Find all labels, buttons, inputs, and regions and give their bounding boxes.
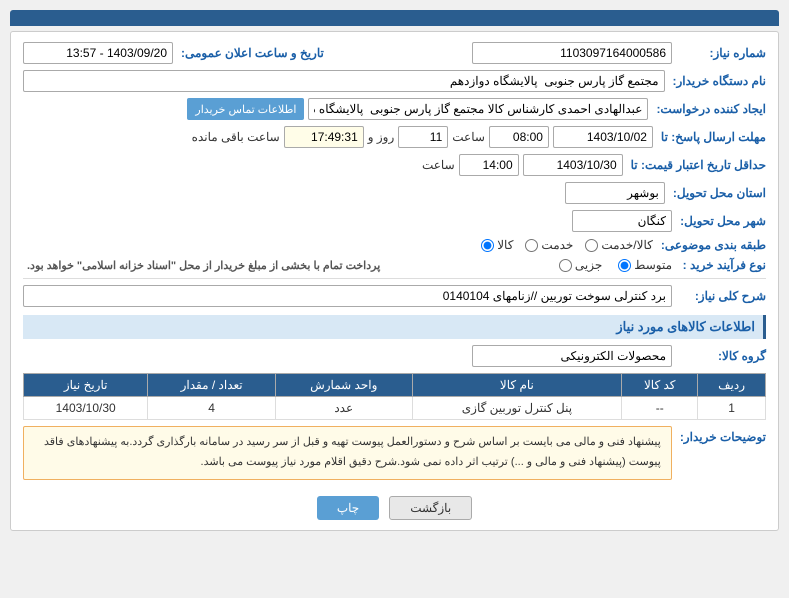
shomare-niaz-label: شماره نیاز: [676,46,766,60]
radio-kala-khadamat-label: کالا/خدمت [601,238,652,252]
radio-jozii-item: جزیی [559,258,602,272]
nam-dastgah-label: نام دستگاه خریدار: [669,74,767,88]
noe-label: نوع فرآیند خرید : [676,258,766,272]
etelaat-tamas-btn[interactable]: اطلاعات تماس خریدار [187,98,304,120]
haddaksar-saat-input[interactable] [459,154,519,176]
sharh-kolli-label: شرح کلی نیاز: [676,289,766,303]
haddaksar-label: حداقل تاریخ اعتبار قیمت: تا [627,158,766,172]
row-mohlat: مهلت ارسال پاسخ: تا ساعت روز و ساعت باقی… [23,126,766,148]
mohlat-label: مهلت ارسال پاسخ: تا [657,130,766,144]
grohe-kala-label: گروه کالا: [676,349,766,363]
mohlat-saat-input[interactable] [489,126,549,148]
table-cell: -- [622,397,698,420]
payment-note: پرداخت تمام با بخشی از مبلغ خریدار از مح… [23,259,380,272]
row-tozihat: توضیحات خریدار: پیشنهاد فنی و مالی می با… [23,426,766,486]
row-grohe-kala: گروه کالا: [23,345,766,367]
saat-label: ساعت [452,130,485,144]
chap-button[interactable]: چاپ [317,496,379,520]
tarikh-input[interactable] [23,42,173,64]
tabaqe-radio-group: کالا خدمت کالا/خدمت [481,238,653,252]
radio-jozii-label: جزیی [575,258,602,272]
bottom-btns: بازگشت چاپ [23,496,766,520]
tozihat-label: توضیحات خریدار: [676,430,766,444]
haddaksar-date-input[interactable] [523,154,623,176]
radio-kala[interactable] [481,239,494,252]
row-shahr: شهر محل تحویل: [23,210,766,232]
row-noe-farayand: نوع فرآیند خرید : جزیی متوسط پرداخت تمام… [23,258,766,272]
th-tarikh: تاریخ نیاز [24,374,148,397]
grohe-kala-input[interactable] [472,345,672,367]
radio-khadamat-label: خدمت [541,238,573,252]
radio-motevaset-item: متوسط [618,258,672,272]
ostan-input[interactable] [565,182,665,204]
kala-table: ردیف کد کالا نام کالا واحد شمارش تعداد /… [23,373,766,420]
radio-kala-item: کالا [481,238,513,252]
tabaqe-label: طبقه بندی موضوعی: [657,238,766,252]
row-shomare-tarikh: شماره نیاز: تاریخ و ساعت اعلان عمومی: [23,42,766,64]
th-radif: ردیف [698,374,766,397]
radio-kala-khadamat-item: کالا/خدمت [585,238,652,252]
row-ijad-konande: ایجاد کننده درخواست: اطلاعات تماس خریدار [23,98,766,120]
th-vahad: واحد شمارش [275,374,412,397]
radio-motevaset-label: متوسط [634,258,672,272]
row-nam-dastgah: نام دستگاه خریدار: [23,70,766,92]
mohlat-date-input[interactable] [553,126,653,148]
table-header-row: ردیف کد کالا نام کالا واحد شمارش تعداد /… [24,374,766,397]
table-cell: پنل کنترل توربین گازی [412,397,622,420]
nam-dastgah-input[interactable] [23,70,665,92]
radio-jozii[interactable] [559,259,572,272]
row-haddaksar: حداقل تاریخ اعتبار قیمت: تا ساعت [23,154,766,176]
table-cell: عدد [275,397,412,420]
kala-section-title: اطلاعات کالاهای مورد نیاز [23,315,766,339]
table-cell: 4 [148,397,276,420]
row-sharh-kolli: شرح کلی نیاز: [23,285,766,307]
radio-kala-label: کالا [497,238,513,252]
mohlat-baqi-input[interactable] [284,126,364,148]
radio-khadamat-item: خدمت [525,238,573,252]
table-cell: 1403/10/30 [24,397,148,420]
shomare-niaz-input[interactable] [472,42,672,64]
ijad-konande-label: ایجاد کننده درخواست: [652,102,766,116]
ijad-konande-input[interactable] [308,98,648,120]
haddaksar-saat-label: ساعت [422,158,455,172]
baqi-label: ساعت باقی مانده [192,130,280,144]
mohlat-rooz-input[interactable] [398,126,448,148]
shahr-input[interactable] [572,210,672,232]
rooz-label: روز و [368,130,395,144]
baz-button[interactable]: بازگشت [389,496,472,520]
radio-khadamat[interactable] [525,239,538,252]
tozihat-box: پیشنهاد فنی و مالی می بایست بر اساس شرح … [23,426,672,480]
kala-table-section: ردیف کد کالا نام کالا واحد شمارش تعداد /… [23,373,766,420]
purchase-type-group: جزیی متوسط [559,258,672,272]
shahr-label: شهر محل تحویل: [676,214,766,228]
row-tabaqe: طبقه بندی موضوعی: کالا خدمت کالا/خدمت [23,238,766,252]
radio-motevaset[interactable] [618,259,631,272]
page-header [10,10,779,26]
th-kod-kala: کد کالا [622,374,698,397]
th-nam-kala: نام کالا [412,374,622,397]
radio-kala-khadamat[interactable] [585,239,598,252]
table-cell: 1 [698,397,766,420]
sharh-kolli-input[interactable] [23,285,672,307]
tarikh-label: تاریخ و ساعت اعلان عمومی: [177,46,324,60]
row-ostan: استان محل تحویل: [23,182,766,204]
ostan-label: استان محل تحویل: [669,186,766,200]
table-row: 1--پنل کنترل توربین گازیعدد41403/10/30 [24,397,766,420]
th-tedad: تعداد / مقدار [148,374,276,397]
